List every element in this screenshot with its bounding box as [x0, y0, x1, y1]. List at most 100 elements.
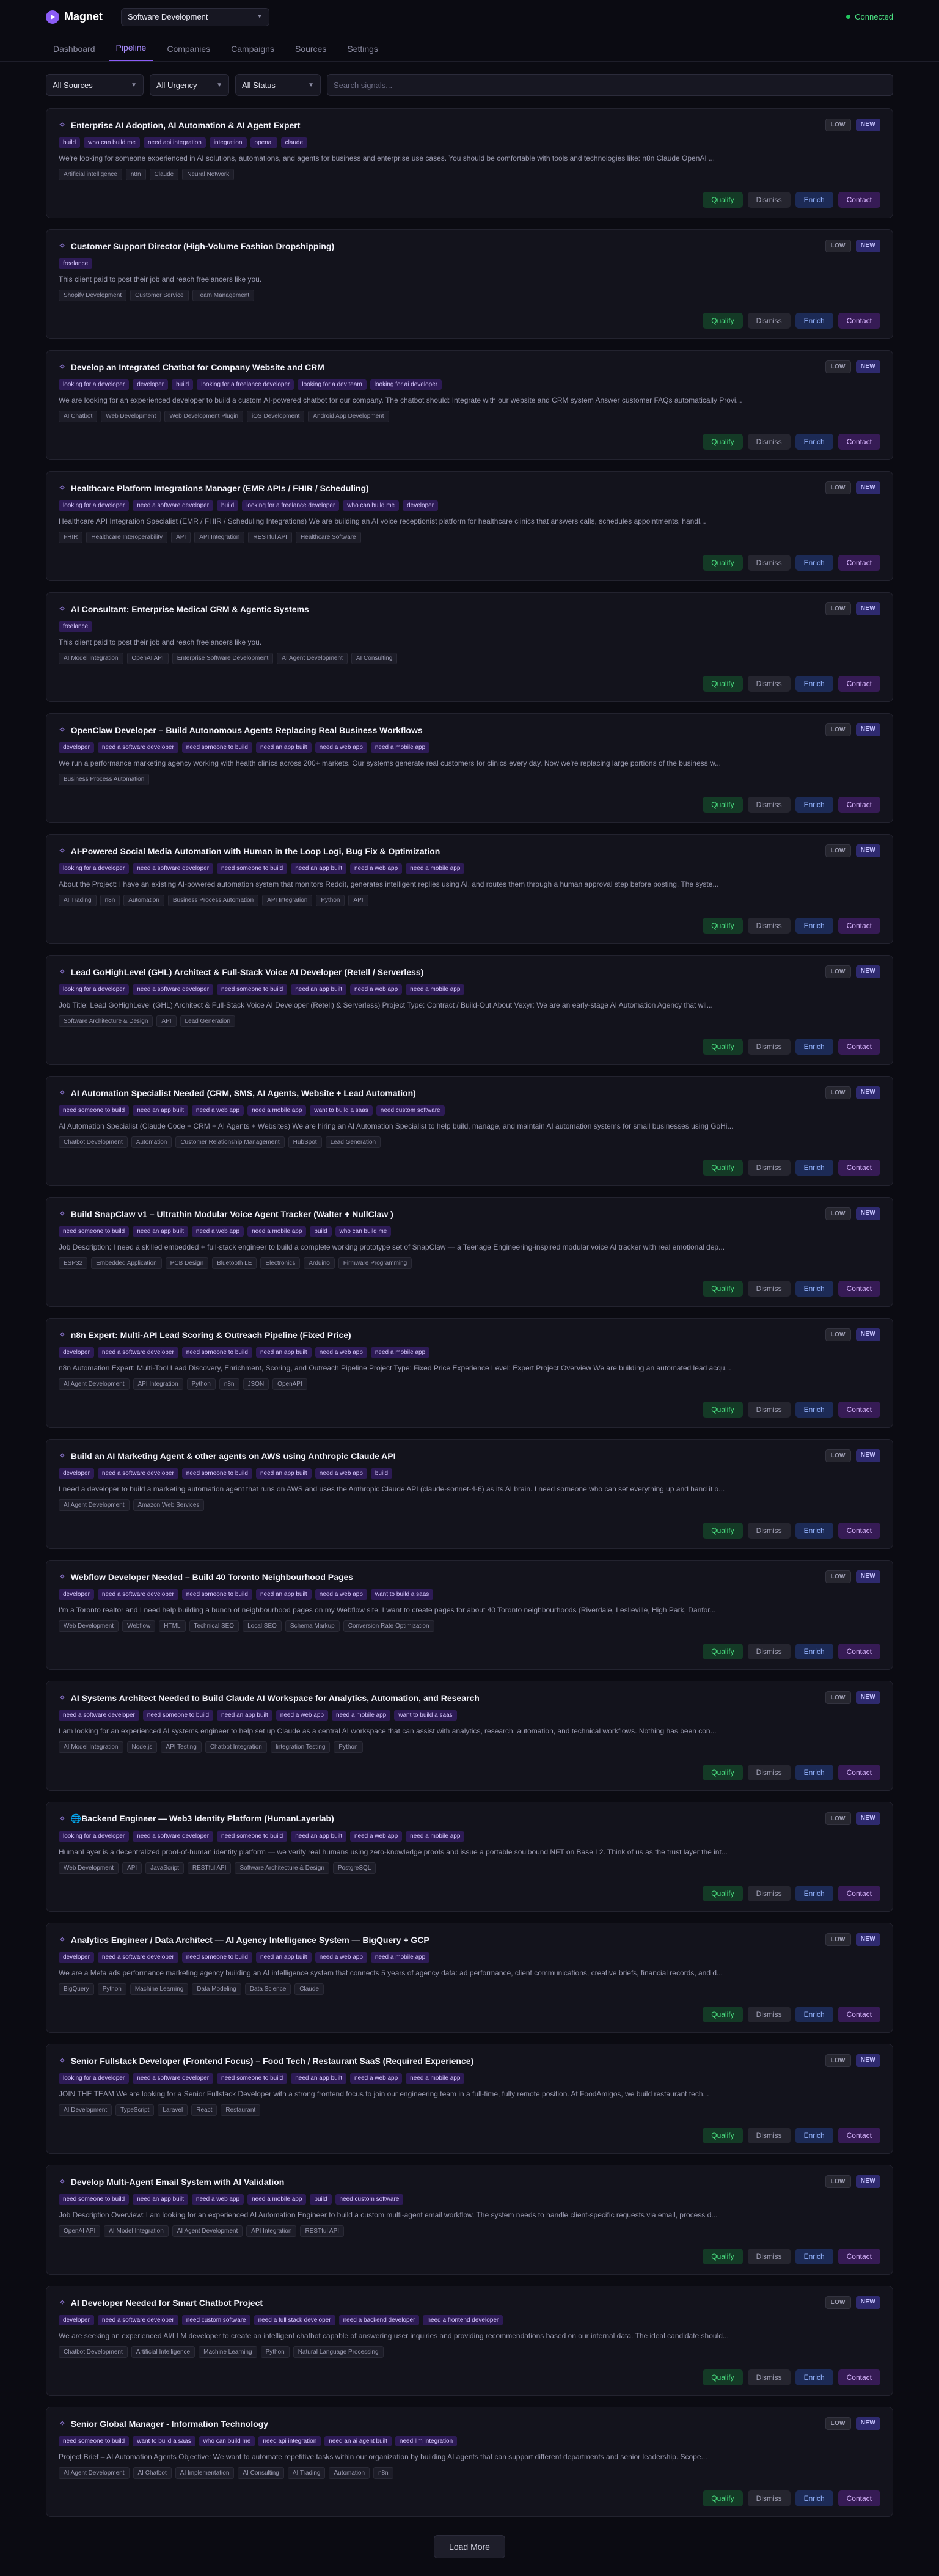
signal-title[interactable]: AI Consultant: Enterprise Medical CRM & … — [71, 604, 309, 614]
dismiss-button[interactable]: Dismiss — [747, 313, 791, 329]
signal-card[interactable]: ✧ AI-Powered Social Media Automation with… — [46, 834, 893, 944]
signal-card[interactable]: ✧ AI Automation Specialist Needed (CRM, S… — [46, 1076, 893, 1186]
enrich-button[interactable]: Enrich — [795, 2007, 833, 2022]
contact-button[interactable]: Contact — [838, 2128, 880, 2143]
signal-card[interactable]: ✧ Develop Multi-Agent Email System with A… — [46, 2165, 893, 2275]
signal-card[interactable]: ✧ Analytics Engineer / Data Architect — A… — [46, 1923, 893, 2033]
signal-card[interactable]: ✧ Senior Global Manager - Information Tec… — [46, 2407, 893, 2517]
dismiss-button[interactable]: Dismiss — [747, 676, 791, 692]
qualify-button[interactable]: Qualify — [703, 1886, 743, 1901]
qualify-button[interactable]: Qualify — [703, 1039, 743, 1055]
contact-button[interactable]: Contact — [838, 1039, 880, 1055]
contact-button[interactable]: Contact — [838, 1765, 880, 1780]
contact-button[interactable]: Contact — [838, 797, 880, 813]
dismiss-button[interactable]: Dismiss — [747, 2128, 791, 2143]
contact-button[interactable]: Contact — [838, 434, 880, 450]
contact-button[interactable]: Contact — [838, 2007, 880, 2022]
signal-title[interactable]: Lead GoHighLevel (GHL) Architect & Full-… — [71, 967, 424, 977]
urgency-filter[interactable]: All Urgency ▼ — [150, 74, 229, 96]
project-select[interactable]: Software Development ▼ — [121, 7, 269, 26]
dismiss-button[interactable]: Dismiss — [747, 1886, 791, 1901]
dismiss-button[interactable]: Dismiss — [747, 1039, 791, 1055]
qualify-button[interactable]: Qualify — [703, 1765, 743, 1780]
dismiss-button[interactable]: Dismiss — [747, 2007, 791, 2022]
dismiss-button[interactable]: Dismiss — [747, 192, 791, 208]
signal-card[interactable]: ✧ Develop an Integrated Chatbot for Compa… — [46, 350, 893, 460]
contact-button[interactable]: Contact — [838, 1523, 880, 1539]
signal-title[interactable]: AI Automation Specialist Needed (CRM, SM… — [71, 1088, 416, 1098]
enrich-button[interactable]: Enrich — [795, 2369, 833, 2385]
enrich-button[interactable]: Enrich — [795, 797, 833, 813]
signal-card[interactable]: ✧ 🌐Backend Engineer — Web3 Identity Platf… — [46, 1802, 893, 1912]
dismiss-button[interactable]: Dismiss — [747, 555, 791, 571]
enrich-button[interactable]: Enrich — [795, 434, 833, 450]
dismiss-button[interactable]: Dismiss — [747, 2490, 791, 2506]
dismiss-button[interactable]: Dismiss — [747, 918, 791, 934]
signal-card[interactable]: ✧ AI Systems Architect Needed to Build Cl… — [46, 1681, 893, 1791]
signal-card[interactable]: ✧ n8n Expert: Multi-API Lead Scoring & Ou… — [46, 1318, 893, 1428]
enrich-button[interactable]: Enrich — [795, 313, 833, 329]
contact-button[interactable]: Contact — [838, 676, 880, 692]
qualify-button[interactable]: Qualify — [703, 2128, 743, 2143]
qualify-button[interactable]: Qualify — [703, 797, 743, 813]
signal-title[interactable]: Develop Multi-Agent Email System with AI… — [71, 2177, 285, 2187]
enrich-button[interactable]: Enrich — [795, 555, 833, 571]
contact-button[interactable]: Contact — [838, 2249, 880, 2264]
signal-card[interactable]: ✧ AI Consultant: Enterprise Medical CRM &… — [46, 592, 893, 702]
signal-card[interactable]: ✧ Senior Fullstack Developer (Frontend Fo… — [46, 2044, 893, 2154]
contact-button[interactable]: Contact — [838, 1886, 880, 1901]
contact-button[interactable]: Contact — [838, 1281, 880, 1297]
contact-button[interactable]: Contact — [838, 2369, 880, 2385]
enrich-button[interactable]: Enrich — [795, 1160, 833, 1176]
dismiss-button[interactable]: Dismiss — [747, 1160, 791, 1176]
tab-dashboard[interactable]: Dashboard — [46, 44, 103, 61]
signal-title[interactable]: 🌐Backend Engineer — Web3 Identity Platfo… — [71, 1813, 334, 1824]
qualify-button[interactable]: Qualify — [703, 555, 743, 571]
signal-title[interactable]: Senior Global Manager - Information Tech… — [71, 2419, 268, 2429]
search-input[interactable] — [327, 74, 893, 96]
signal-card[interactable]: ✧ Lead GoHighLevel (GHL) Architect & Full… — [46, 955, 893, 1065]
signal-title[interactable]: Customer Support Director (High-Volume F… — [71, 241, 334, 251]
enrich-button[interactable]: Enrich — [795, 1402, 833, 1418]
qualify-button[interactable]: Qualify — [703, 676, 743, 692]
qualify-button[interactable]: Qualify — [703, 1402, 743, 1418]
enrich-button[interactable]: Enrich — [795, 676, 833, 692]
enrich-button[interactable]: Enrich — [795, 1281, 833, 1297]
sources-filter[interactable]: All Sources ▼ — [46, 74, 144, 96]
dismiss-button[interactable]: Dismiss — [747, 797, 791, 813]
qualify-button[interactable]: Qualify — [703, 434, 743, 450]
dismiss-button[interactable]: Dismiss — [747, 434, 791, 450]
contact-button[interactable]: Contact — [838, 313, 880, 329]
qualify-button[interactable]: Qualify — [703, 2007, 743, 2022]
signal-card[interactable]: ✧ Customer Support Director (High-Volume … — [46, 229, 893, 339]
contact-button[interactable]: Contact — [838, 1160, 880, 1176]
contact-button[interactable]: Contact — [838, 555, 880, 571]
enrich-button[interactable]: Enrich — [795, 918, 833, 934]
load-more-button[interactable]: Load More — [434, 2535, 505, 2558]
signal-title[interactable]: Enterprise AI Adoption, AI Automation & … — [71, 120, 301, 130]
contact-button[interactable]: Contact — [838, 192, 880, 208]
qualify-button[interactable]: Qualify — [703, 192, 743, 208]
tab-settings[interactable]: Settings — [340, 44, 385, 61]
enrich-button[interactable]: Enrich — [795, 1039, 833, 1055]
signal-title[interactable]: AI-Powered Social Media Automation with … — [71, 846, 440, 856]
signal-title[interactable]: AI Systems Architect Needed to Build Cla… — [71, 1693, 480, 1703]
enrich-button[interactable]: Enrich — [795, 2249, 833, 2264]
qualify-button[interactable]: Qualify — [703, 1281, 743, 1297]
signal-title[interactable]: n8n Expert: Multi-API Lead Scoring & Out… — [71, 1330, 351, 1340]
signal-title[interactable]: AI Developer Needed for Smart Chatbot Pr… — [71, 2298, 263, 2308]
contact-button[interactable]: Contact — [838, 2490, 880, 2506]
enrich-button[interactable]: Enrich — [795, 1644, 833, 1659]
qualify-button[interactable]: Qualify — [703, 313, 743, 329]
qualify-button[interactable]: Qualify — [703, 2369, 743, 2385]
status-filter[interactable]: All Status ▼ — [235, 74, 321, 96]
signal-card[interactable]: ✧ OpenClaw Developer – Build Autonomous A… — [46, 713, 893, 823]
qualify-button[interactable]: Qualify — [703, 2249, 743, 2264]
signal-card[interactable]: ✧ Webflow Developer Needed – Build 40 Tor… — [46, 1560, 893, 1670]
dismiss-button[interactable]: Dismiss — [747, 2249, 791, 2264]
signal-card[interactable]: ✧ Build SnapClaw v1 – Ultrathin Modular V… — [46, 1197, 893, 1307]
brand[interactable]: Magnet — [46, 10, 103, 24]
signal-card[interactable]: ✧ Healthcare Platform Integrations Manage… — [46, 471, 893, 581]
tab-sources[interactable]: Sources — [288, 44, 334, 61]
signal-title[interactable]: Build SnapClaw v1 – Ultrathin Modular Vo… — [71, 1209, 393, 1219]
